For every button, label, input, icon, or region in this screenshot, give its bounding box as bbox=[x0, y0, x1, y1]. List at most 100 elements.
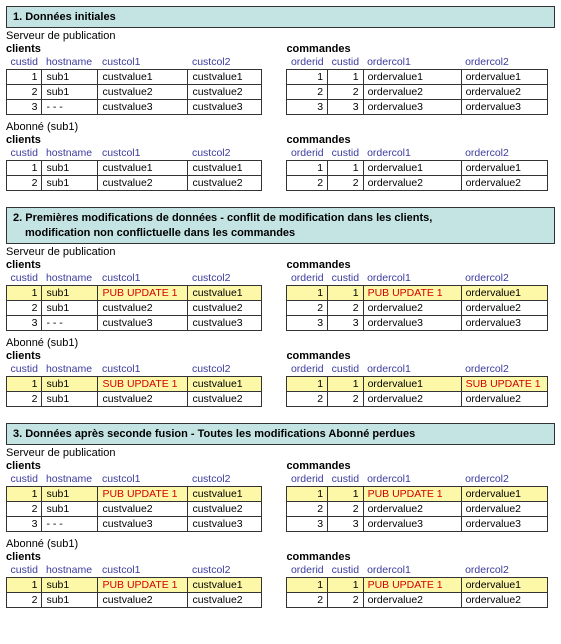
table-cell: custvalue2 bbox=[188, 502, 262, 517]
column-header: ordercol2 bbox=[461, 271, 547, 286]
group-subtitle: Abonné (sub1) bbox=[6, 538, 555, 550]
table-row: 1sub1custvalue1custvalue1 bbox=[7, 70, 262, 85]
table-row: 1sub1PUB UPDATE 1custvalue1 bbox=[7, 487, 262, 502]
table-cell: ordervalue1 bbox=[461, 161, 547, 176]
clients-table-wrap: clientscustidhostnamecustcol1custcol21su… bbox=[6, 43, 262, 115]
column-header: ordercol1 bbox=[363, 563, 461, 578]
commandes-table-wrap: commandesorderidcustidordercol1ordercol2… bbox=[286, 350, 547, 407]
table-cell: 3 bbox=[328, 315, 363, 330]
column-header: custcol2 bbox=[188, 362, 262, 377]
table-cell: custvalue1 bbox=[98, 161, 188, 176]
table-row: 22ordervalue2ordervalue2 bbox=[287, 85, 547, 100]
table-cell: PUB UPDATE 1 bbox=[98, 285, 188, 300]
commandes-table-wrap: commandesorderidcustidordercol1ordercol2… bbox=[286, 259, 547, 331]
commandes-table-wrap: commandesorderidcustidordercol1ordercol2… bbox=[286, 460, 547, 532]
clients-table: custidhostnamecustcol1custcol21sub1SUB U… bbox=[6, 362, 262, 407]
column-header: orderid bbox=[287, 271, 328, 286]
table-cell: PUB UPDATE 1 bbox=[363, 285, 461, 300]
table-row: 33ordervalue3ordervalue3 bbox=[287, 517, 547, 532]
section-header: 1. Données initiales bbox=[6, 6, 555, 28]
table-cell: sub1 bbox=[42, 376, 98, 391]
column-header: custid bbox=[7, 362, 42, 377]
clients-title: clients bbox=[6, 350, 262, 362]
column-header: ordercol2 bbox=[461, 146, 547, 161]
table-cell: custvalue1 bbox=[188, 376, 262, 391]
table-cell: ordervalue2 bbox=[363, 85, 461, 100]
column-header: ordercol1 bbox=[363, 271, 461, 286]
table-cell: sub1 bbox=[42, 391, 98, 406]
column-header: custid bbox=[7, 563, 42, 578]
table-cell: SUB UPDATE 1 bbox=[461, 376, 547, 391]
commandes-table-wrap: commandesorderidcustidordercol1ordercol2… bbox=[286, 134, 547, 191]
table-cell: 1 bbox=[328, 487, 363, 502]
table-cell: ordervalue1 bbox=[363, 376, 461, 391]
table-cell: PUB UPDATE 1 bbox=[363, 578, 461, 593]
column-header: custcol2 bbox=[188, 55, 262, 70]
table-cell: 2 bbox=[287, 593, 328, 608]
table-cell: 1 bbox=[7, 487, 42, 502]
table-cell: 2 bbox=[287, 391, 328, 406]
clients-title: clients bbox=[6, 460, 262, 472]
table-cell: sub1 bbox=[42, 578, 98, 593]
column-header: custid bbox=[328, 563, 363, 578]
table-cell: custvalue3 bbox=[98, 315, 188, 330]
clients-title: clients bbox=[6, 134, 262, 146]
table-cell: sub1 bbox=[42, 502, 98, 517]
table-row: 2sub1custvalue2custvalue2 bbox=[7, 85, 262, 100]
section-spacer bbox=[6, 413, 555, 423]
table-cell: 2 bbox=[7, 176, 42, 191]
group-subtitle: Abonné (sub1) bbox=[6, 121, 555, 133]
table-row: 2sub1custvalue2custvalue2 bbox=[7, 176, 262, 191]
column-header: custcol1 bbox=[98, 472, 188, 487]
table-cell: custvalue2 bbox=[98, 176, 188, 191]
column-header: orderid bbox=[287, 563, 328, 578]
commandes-title: commandes bbox=[286, 350, 547, 362]
table-cell: 2 bbox=[287, 502, 328, 517]
table-cell: 2 bbox=[287, 85, 328, 100]
table-cell: 1 bbox=[287, 70, 328, 85]
table-row: 11ordervalue1ordervalue1 bbox=[287, 70, 547, 85]
table-cell: 3 bbox=[7, 100, 42, 115]
table-cell: custvalue1 bbox=[188, 487, 262, 502]
column-header: orderid bbox=[287, 362, 328, 377]
table-cell: 1 bbox=[287, 376, 328, 391]
column-header: ordercol2 bbox=[461, 362, 547, 377]
group-subtitle: Abonné (sub1) bbox=[6, 337, 555, 349]
commandes-title: commandes bbox=[286, 460, 547, 472]
table-cell: ordervalue2 bbox=[363, 391, 461, 406]
table-cell: 1 bbox=[7, 161, 42, 176]
table-cell: 1 bbox=[328, 70, 363, 85]
table-row: 33ordervalue3ordervalue3 bbox=[287, 100, 547, 115]
table-cell: 1 bbox=[7, 285, 42, 300]
table-row: 2sub1custvalue2custvalue2 bbox=[7, 593, 262, 608]
table-cell: sub1 bbox=[42, 176, 98, 191]
table-cell: 3 bbox=[7, 517, 42, 532]
table-cell: sub1 bbox=[42, 300, 98, 315]
table-cell: 2 bbox=[328, 593, 363, 608]
commandes-title: commandes bbox=[286, 259, 547, 271]
commandes-title: commandes bbox=[286, 551, 547, 563]
table-cell: ordervalue2 bbox=[363, 593, 461, 608]
table-row: 3- - -custvalue3custvalue3 bbox=[7, 517, 262, 532]
table-cell: ordervalue1 bbox=[461, 487, 547, 502]
table-row: 2sub1custvalue2custvalue2 bbox=[7, 300, 262, 315]
column-header: custid bbox=[7, 55, 42, 70]
clients-table-wrap: clientscustidhostnamecustcol1custcol21su… bbox=[6, 134, 262, 191]
table-row: 22ordervalue2ordervalue2 bbox=[287, 300, 547, 315]
table-cell: 1 bbox=[328, 578, 363, 593]
table-row: 1sub1SUB UPDATE 1custvalue1 bbox=[7, 376, 262, 391]
table-cell: custvalue3 bbox=[98, 517, 188, 532]
table-cell: sub1 bbox=[42, 487, 98, 502]
table-cell: 2 bbox=[7, 300, 42, 315]
table-cell: 1 bbox=[287, 161, 328, 176]
table-row: 1sub1PUB UPDATE 1custvalue1 bbox=[7, 285, 262, 300]
table-cell: - - - bbox=[42, 100, 98, 115]
table-cell: 2 bbox=[328, 391, 363, 406]
table-cell: 1 bbox=[287, 285, 328, 300]
table-cell: ordervalue2 bbox=[363, 176, 461, 191]
table-pair: clientscustidhostnamecustcol1custcol21su… bbox=[6, 460, 555, 532]
table-cell: ordervalue1 bbox=[363, 161, 461, 176]
table-cell: 1 bbox=[287, 487, 328, 502]
table-cell: sub1 bbox=[42, 70, 98, 85]
table-row: 2sub1custvalue2custvalue2 bbox=[7, 502, 262, 517]
